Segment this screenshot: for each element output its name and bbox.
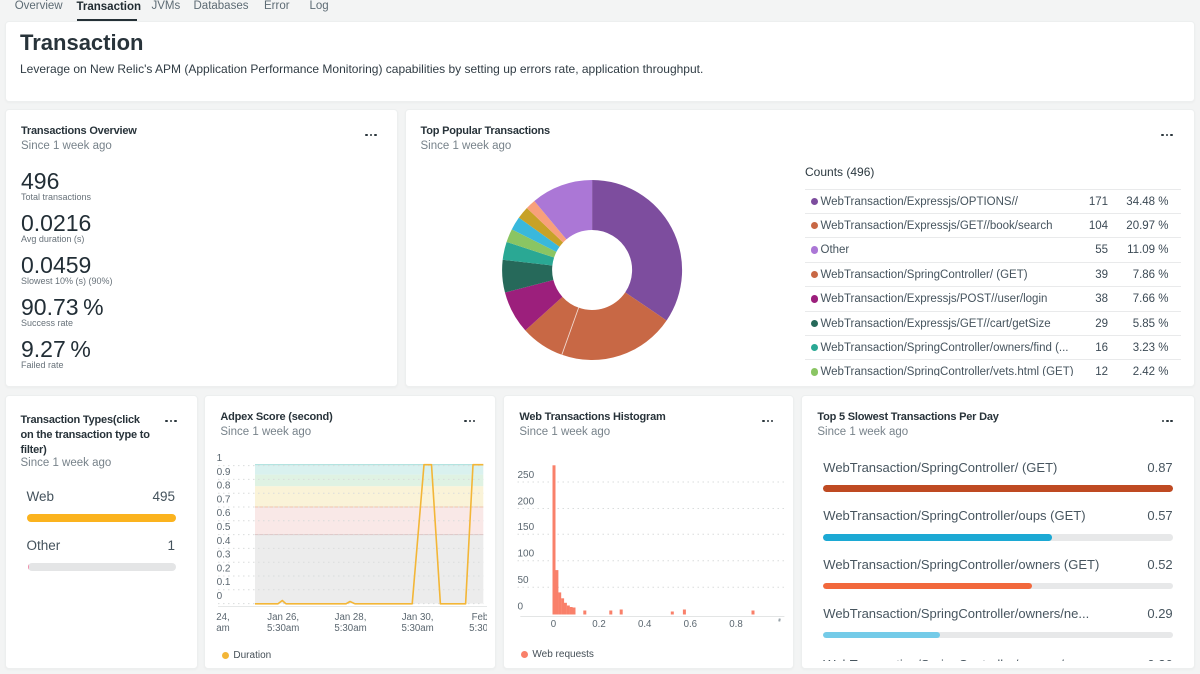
svg-text:0.6: 0.6	[217, 508, 231, 519]
svg-text:0.2: 0.2	[593, 619, 606, 630]
svg-text:0.9: 0.9	[217, 467, 231, 478]
svg-text:50: 50	[518, 575, 530, 586]
svg-text:5:30am: 5:30am	[335, 623, 367, 634]
svg-text:0.1: 0.1	[217, 577, 231, 588]
svg-text:200: 200	[518, 496, 535, 507]
svg-text:100: 100	[518, 549, 535, 560]
svg-text:am: am	[217, 623, 230, 634]
svg-text:150: 150	[518, 522, 535, 533]
svg-text:0.8: 0.8	[730, 619, 743, 630]
svg-text:0.3: 0.3	[217, 550, 231, 561]
svg-text:250: 250	[518, 470, 535, 481]
svg-text:0: 0	[551, 619, 557, 630]
svg-text:0.4: 0.4	[217, 536, 231, 547]
svg-text:5:30am: 5:30am	[267, 623, 299, 634]
svg-text:0.6: 0.6	[684, 619, 697, 630]
svg-text:1: 1	[217, 453, 223, 464]
svg-text:Feb 1,: Feb 1,	[472, 612, 487, 623]
svg-text:0.8: 0.8	[217, 481, 231, 492]
svg-text:Jan 28,: Jan 28,	[335, 612, 367, 623]
svg-text:0.2: 0.2	[217, 563, 231, 574]
svg-text:0: 0	[518, 602, 524, 613]
svg-text:5:30am: 5:30am	[402, 623, 434, 634]
svg-text:Jan 26,: Jan 26,	[268, 612, 300, 623]
svg-text:24,: 24,	[217, 612, 230, 623]
svg-text:0.7: 0.7	[217, 494, 231, 505]
svg-text:0: 0	[217, 591, 223, 602]
svg-text:5:30am: 5:30am	[470, 623, 487, 634]
svg-text:0.4: 0.4	[638, 619, 652, 630]
svg-text:Jan 30,: Jan 30,	[402, 612, 434, 623]
svg-text:0.5: 0.5	[217, 522, 231, 533]
